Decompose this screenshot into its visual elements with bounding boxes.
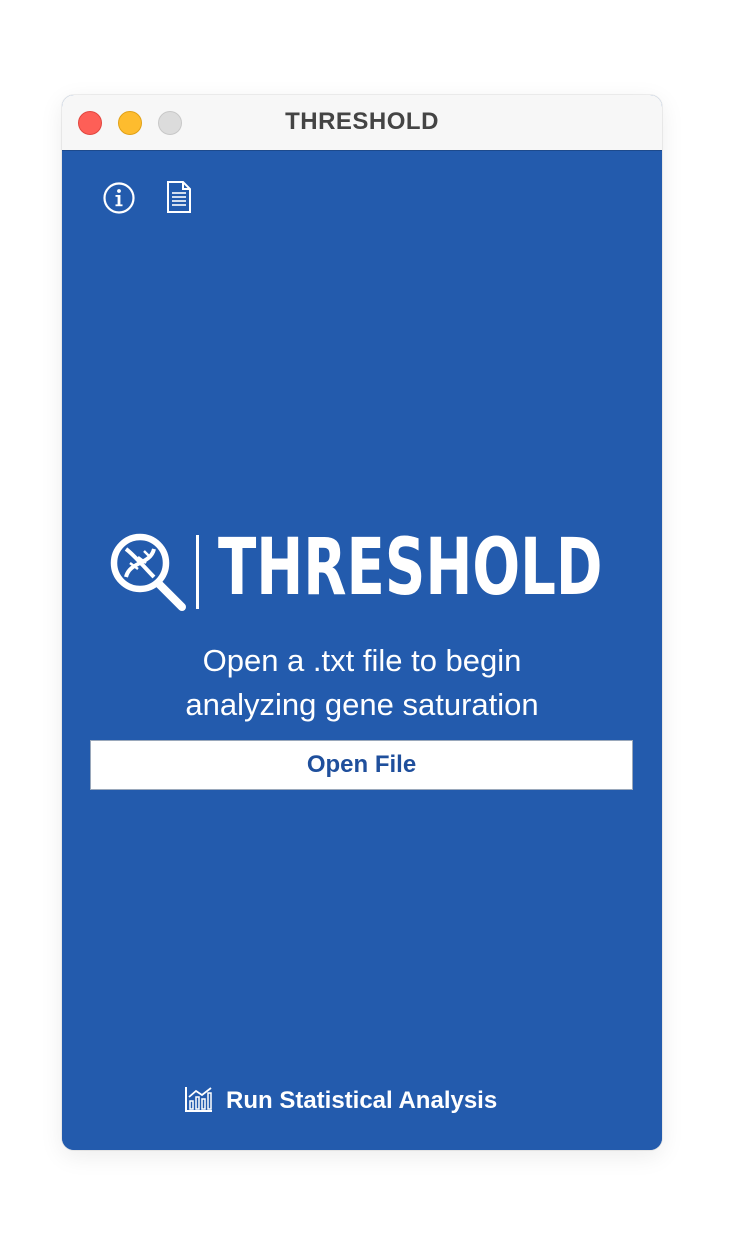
app-logo: THRESHOLD [108,523,608,613]
chart-icon [184,1085,214,1118]
main-panel: THRESHOLD Open a .txt file to begin anal… [62,151,662,1150]
prompt-line-1: Open a .txt file to begin [202,643,522,678]
document-icon[interactable] [166,181,192,218]
title-bar[interactable]: THRESHOLD [62,95,662,151]
window-title: THRESHOLD [285,108,439,135]
prompt-line-2: analyzing gene saturation [185,687,539,722]
dna-magnifier-icon [108,531,188,618]
run-statistical-analysis-button[interactable]: Run Statistical Analysis [184,1085,497,1117]
logo-wordmark: THRESHOLD [218,523,603,613]
open-file-prompt: Open a .txt file to begin analyzing gene… [62,639,662,727]
run-analysis-label: Run Statistical Analysis [226,1087,498,1114]
logo-divider [196,535,199,609]
open-file-button[interactable]: Open File [90,740,633,790]
info-icon[interactable] [102,181,136,220]
app-window: THRESHOLD THRESHOLD Open a .txt file to … [62,95,662,1150]
